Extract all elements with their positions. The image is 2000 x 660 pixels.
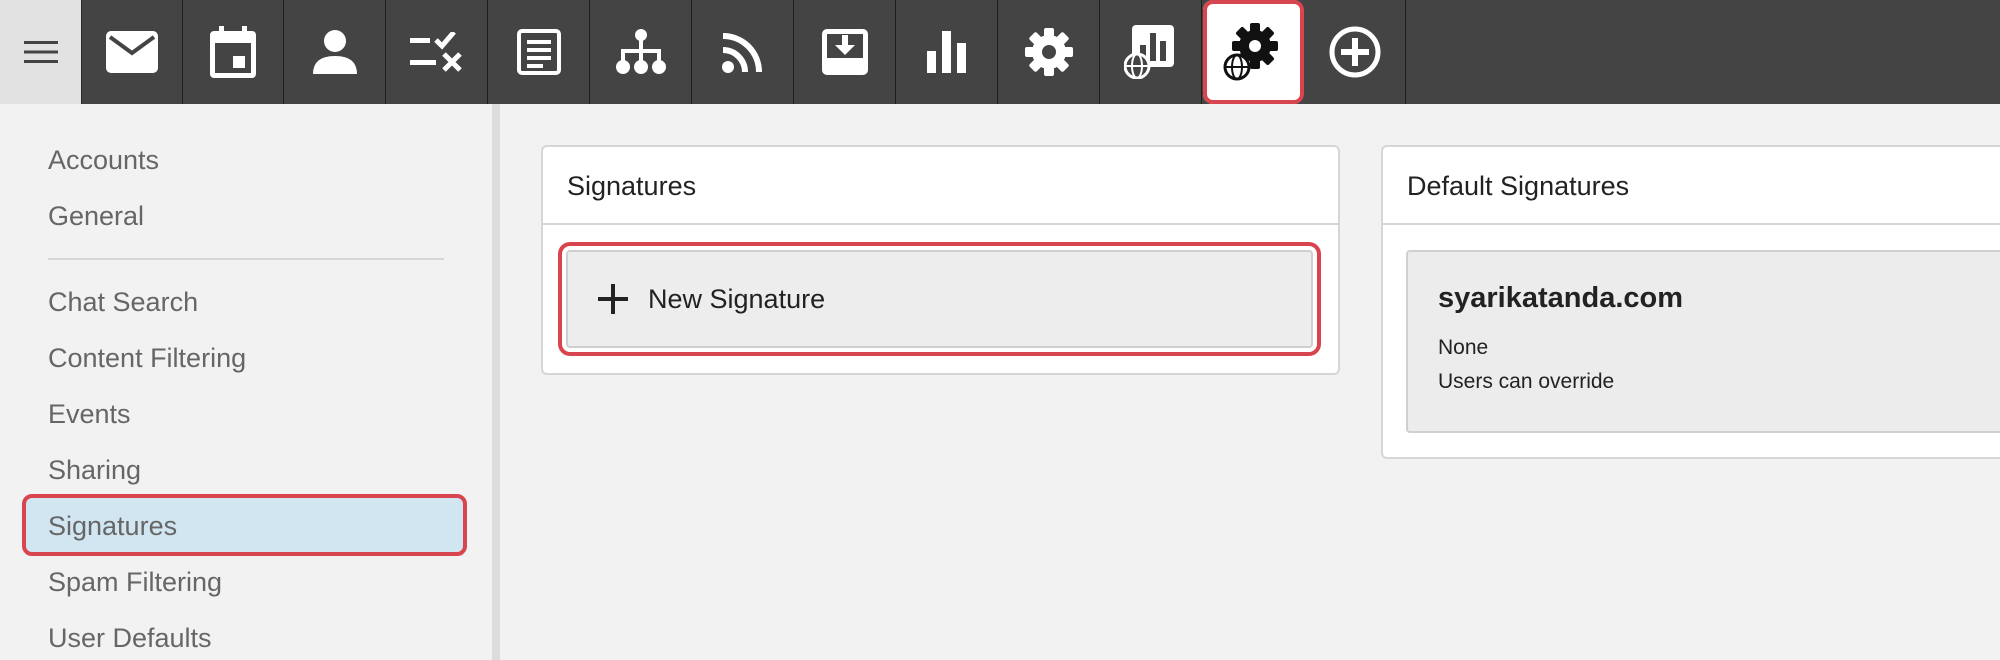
domain-reports-icon	[1124, 25, 1174, 79]
hamburger-icon	[23, 41, 58, 63]
calendar-icon	[210, 26, 256, 78]
sidebar-item-general[interactable]: General	[48, 196, 144, 236]
notes-icon	[517, 29, 561, 75]
toolbar-rss-button[interactable]	[693, 0, 794, 104]
plus-icon	[598, 284, 628, 314]
toolbar-domain-settings-button[interactable]	[1203, 0, 1304, 104]
signatures-panel-title: Signatures	[543, 147, 1338, 225]
toolbar-contacts-button[interactable]	[285, 0, 386, 104]
new-signature-button[interactable]: New Signature	[566, 250, 1313, 348]
sidebar-item-accounts[interactable]: Accounts	[48, 140, 159, 180]
add-circle-icon	[1329, 26, 1381, 78]
domain-signature-card[interactable]: syarikatanda.com None Users can override	[1406, 250, 2000, 433]
toolbar-tasks-button[interactable]	[387, 0, 488, 104]
domain-signature-value: None	[1438, 336, 1489, 359]
person-icon	[313, 30, 357, 74]
org-chart-icon	[616, 29, 666, 74]
new-signature-label: New Signature	[648, 283, 826, 314]
gear-icon	[1025, 28, 1073, 76]
tasks-icon	[410, 32, 462, 72]
sidebar-item-chat-search[interactable]: Chat Search	[48, 282, 198, 322]
sidebar-item-content-filtering[interactable]: Content Filtering	[48, 338, 246, 378]
toolbar-settings-button[interactable]	[999, 0, 1100, 104]
toolbar-calendar-button[interactable]	[183, 0, 284, 104]
toolbar-domain-reports-button[interactable]	[1101, 0, 1202, 104]
sidebar-item-events[interactable]: Events	[48, 394, 131, 434]
sidebar-item-sharing[interactable]: Sharing	[48, 450, 141, 490]
domain-settings-icon	[1223, 23, 1278, 81]
toolbar-inbox-button[interactable]	[795, 0, 896, 104]
domain-name: syarikatanda.com	[1438, 282, 1684, 314]
toolbar-reports-button[interactable]	[897, 0, 998, 104]
domain-override-status: Users can override	[1438, 370, 1615, 393]
sidebar-item-user-defaults[interactable]: User Defaults	[48, 618, 212, 658]
bar-chart-icon	[927, 31, 966, 73]
sidebar-divider	[48, 258, 444, 260]
toolbar-mail-button[interactable]	[82, 0, 183, 104]
mail-icon	[106, 31, 158, 73]
sidebar-item-signatures[interactable]: Signatures	[48, 506, 177, 546]
rss-icon	[722, 33, 762, 73]
default-signatures-title: Default Signatures	[1383, 147, 2000, 225]
sidebar-item-spam-filtering[interactable]: Spam Filtering	[48, 562, 222, 602]
toolbar-orgchart-button[interactable]	[591, 0, 692, 104]
toolbar-notes-button[interactable]	[489, 0, 590, 104]
sidebar-splitter[interactable]	[492, 104, 500, 660]
toolbar-add-button[interactable]	[1305, 0, 1406, 104]
menu-button[interactable]	[0, 0, 82, 104]
inbox-download-icon	[822, 29, 868, 75]
top-toolbar	[0, 0, 2000, 104]
